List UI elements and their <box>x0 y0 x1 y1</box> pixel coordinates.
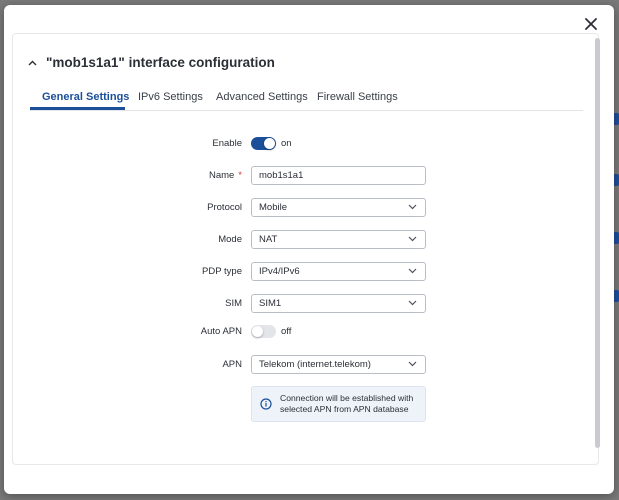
toggle-knob <box>252 326 263 337</box>
toggle-knob <box>264 138 275 149</box>
protocol-select[interactable]: Mobile <box>251 198 426 217</box>
pdp-type-label: PDP type <box>202 266 242 277</box>
chevron-down-icon <box>408 204 417 210</box>
tab-firewall-settings[interactable]: Firewall Settings <box>317 91 398 103</box>
panel-header[interactable]: "mob1s1a1" interface configuration <box>28 55 275 70</box>
tab-ipv6-settings[interactable]: IPv6 Settings <box>138 91 203 103</box>
name-label: Name * <box>5 170 242 181</box>
info-icon <box>260 398 272 410</box>
active-tab-indicator <box>30 107 125 110</box>
required-mark: * <box>238 170 242 181</box>
apn-info-box: Connection will be established with sele… <box>251 386 426 422</box>
close-icon <box>585 18 597 30</box>
auto-apn-toggle[interactable] <box>251 325 276 338</box>
mode-select[interactable]: NAT <box>251 230 426 249</box>
chevron-down-icon <box>408 268 417 274</box>
tab-bar: General Settings IPv6 Settings Advanced … <box>30 88 583 111</box>
auto-apn-label: Auto APN <box>200 326 242 337</box>
pdp-type-select[interactable]: IPv4/IPv6 <box>251 262 426 281</box>
scrollbar[interactable] <box>595 38 600 448</box>
apn-label: APN <box>222 359 242 370</box>
sim-select[interactable]: SIM1 <box>251 294 426 313</box>
enable-toggle[interactable] <box>251 137 276 150</box>
info-text-line1: Connection will be established with <box>280 393 414 403</box>
tab-advanced-settings[interactable]: Advanced Settings <box>216 91 308 103</box>
chevron-up-icon[interactable] <box>28 60 37 66</box>
pdp-type-value: IPv4/IPv6 <box>259 266 300 277</box>
chevron-down-icon <box>408 236 417 242</box>
apn-value: Telekom (internet.telekom) <box>259 359 371 370</box>
protocol-label: Protocol <box>207 202 242 213</box>
apn-select[interactable]: Telekom (internet.telekom) <box>251 355 426 374</box>
panel-title: "mob1s1a1" interface configuration <box>46 55 275 70</box>
protocol-value: Mobile <box>259 202 287 213</box>
name-input[interactable]: mob1s1a1 <box>251 166 426 185</box>
sim-value: SIM1 <box>259 298 282 309</box>
auto-apn-state-text: off <box>281 326 292 337</box>
chevron-down-icon <box>408 300 417 306</box>
mode-label: Mode <box>218 234 242 245</box>
mode-value: NAT <box>259 234 278 245</box>
close-button[interactable] <box>580 13 602 35</box>
info-text-line2: selected APN from APN database <box>280 404 409 414</box>
tab-general-settings[interactable]: General Settings <box>42 91 129 103</box>
name-label-text: Name <box>208 170 235 181</box>
enable-state-text: on <box>281 138 292 149</box>
name-value: mob1s1a1 <box>259 170 304 181</box>
chevron-down-icon <box>408 361 417 367</box>
sim-label: SIM <box>225 298 242 309</box>
info-text: Connection will be established with sele… <box>280 393 413 415</box>
enable-label: Enable <box>212 138 242 149</box>
